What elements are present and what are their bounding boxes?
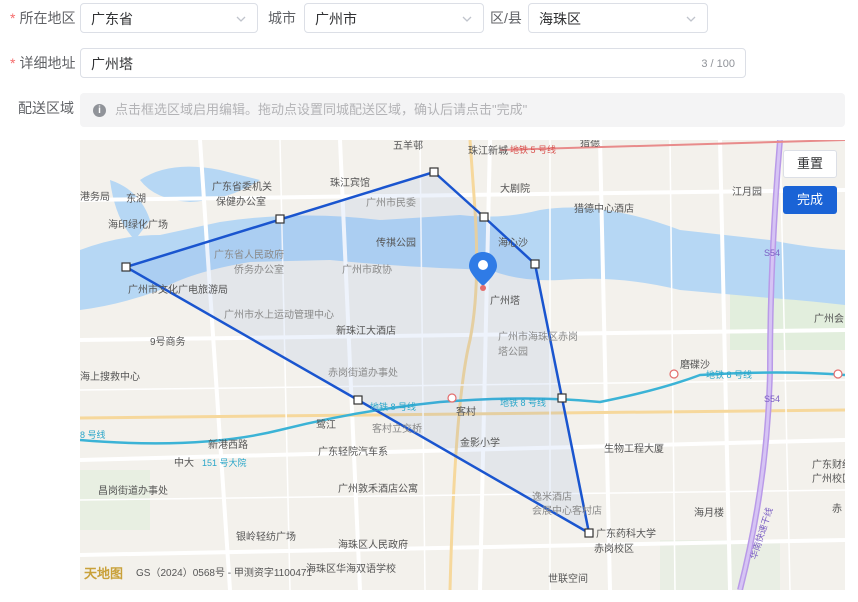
- province-select[interactable]: 广东省: [80, 3, 258, 33]
- map-label: 海印绿化广场: [108, 218, 168, 231]
- map-label: 逸米酒店: [532, 490, 572, 503]
- polygon-midpoint-handle: [353, 395, 363, 405]
- map-label: 地铁 5 号线: [510, 144, 556, 155]
- region-label: * 所在地区: [10, 10, 76, 26]
- map-label: 地铁 8 号线: [370, 401, 416, 412]
- map-label: 海心沙: [498, 236, 528, 249]
- map-label: 赤: [832, 503, 842, 515]
- map-label: 赤岗街道办事处: [328, 366, 398, 379]
- polygon-midpoint-handle: [479, 212, 489, 222]
- map-label: 会展中心客村店: [532, 504, 602, 517]
- map-label: 传祺公园: [376, 236, 416, 249]
- polygon-vertex-handle: [530, 259, 540, 269]
- map-label: 新珠江大酒店: [336, 324, 396, 337]
- map-label: 银岭轻纺广场: [236, 530, 296, 543]
- city-label: 城市: [268, 10, 296, 26]
- chevron-down-icon: [236, 16, 246, 22]
- map-label: 赤岗校区: [594, 542, 634, 555]
- polygon-midpoint-handle: [275, 214, 285, 224]
- map-label: 港务局: [80, 190, 110, 203]
- map-label: 海珠区人民政府: [338, 538, 408, 551]
- polygon-vertex-handle: [121, 262, 131, 272]
- map-label: 侨务办公室: [234, 263, 284, 276]
- polygon-midpoint-handle: [557, 393, 567, 403]
- map-label: S54: [764, 248, 780, 258]
- map-canvas[interactable]: 五羊邨 珠江新城 地铁 5 号线 猎德 广东省委机关 保健办公室 珠江宾馆 大剧…: [80, 140, 845, 590]
- reset-button[interactable]: 重置: [783, 150, 837, 178]
- map-label: 江月园: [732, 186, 762, 198]
- map-copyright: GS（2024）0568号 - 甲测资字1100471: [136, 566, 312, 579]
- info-icon: i: [93, 104, 106, 117]
- done-button[interactable]: 完成: [783, 186, 837, 214]
- map-label: 广州会: [814, 312, 844, 325]
- map-label: 广东省委机关: [212, 180, 272, 193]
- district-value: 海珠区: [539, 11, 581, 27]
- map-label: 151 号大院: [202, 457, 247, 468]
- map-label: 生物工程大厦: [604, 442, 664, 455]
- delivery-area-label: 配送区域: [18, 100, 74, 116]
- map-label: 广州塔: [490, 294, 520, 307]
- map-label: 塔公园: [498, 345, 528, 358]
- map-label: 新港西路: [208, 438, 248, 451]
- address-value: 广州塔: [91, 56, 133, 72]
- map-label: 海月楼: [694, 506, 724, 519]
- map-label: 保健办公室: [216, 195, 266, 208]
- map-label: 广州校区: [812, 472, 845, 485]
- map-label: 珠江新城: [468, 144, 508, 157]
- city-value: 广州市: [315, 11, 357, 27]
- map-label: 海珠区华海双语学校: [306, 562, 396, 575]
- map-label: 广东财经: [812, 458, 845, 471]
- map-label: 中大: [174, 456, 194, 469]
- map-label: 8 号线: [80, 429, 106, 440]
- delivery-hint: i 点击框选区域启用编辑。拖动点设置同城配送区域，确认后请点击"完成": [80, 93, 845, 127]
- map-label: 珠江宾馆: [330, 176, 370, 189]
- chevron-down-icon: [462, 16, 472, 22]
- map-label: 广东轻院汽车系: [318, 445, 388, 458]
- map-label: 9号商务: [150, 335, 186, 348]
- map-label: 猎德: [580, 140, 600, 149]
- map-label: 广东药科大学: [596, 527, 656, 540]
- map-label: 广州市民委: [366, 196, 416, 209]
- polygon-vertex-handle: [584, 528, 594, 538]
- city-select[interactable]: 广州市: [304, 3, 484, 33]
- map-label: 广州市海珠区赤岗: [498, 330, 578, 343]
- map-label: 东湖: [126, 192, 146, 205]
- map-label: 广州市文化广电旅游局: [128, 283, 228, 296]
- delivery-map[interactable]: 五羊邨 珠江新城 地铁 5 号线 猎德 广东省委机关 保健办公室 珠江宾馆 大剧…: [80, 140, 845, 590]
- address-char-counter: 3 / 100: [701, 58, 735, 70]
- map-label: 广东省人民政府: [214, 248, 284, 261]
- map-label: 大剧院: [500, 182, 530, 195]
- district-select[interactable]: 海珠区: [528, 3, 708, 33]
- map-label: 客村立交桥: [372, 422, 422, 435]
- map-label: 地铁 8 号线: [500, 397, 546, 408]
- map-label: S54: [764, 394, 780, 404]
- tianditu-logo: 天地图: [84, 566, 123, 581]
- map-label: 五羊邨: [393, 140, 423, 152]
- map-label: 昌岗街道办事处: [98, 484, 168, 497]
- district-label: 区/县: [490, 10, 522, 26]
- map-label: 客村: [456, 405, 476, 418]
- map-label: 金影小学: [460, 436, 500, 449]
- province-value: 广东省: [91, 11, 133, 27]
- map-label: 世联空间: [548, 572, 588, 585]
- chevron-down-icon: [686, 16, 696, 22]
- map-label: 海上搜救中心: [80, 370, 140, 383]
- map-label: 鹭江: [316, 419, 336, 431]
- address-input[interactable]: 广州塔 3 / 100: [80, 48, 746, 78]
- map-label: 地铁 8 号线: [706, 369, 752, 380]
- map-label: 广州市水上运动管理中心: [224, 308, 334, 321]
- map-label: 猎德中心酒店: [574, 202, 634, 215]
- map-label: 广州市政协: [342, 263, 392, 276]
- map-label: 广州敦禾酒店公寓: [338, 482, 418, 495]
- polygon-vertex-handle: [429, 167, 439, 177]
- hint-text: 点击框选区域启用编辑。拖动点设置同城配送区域，确认后请点击"完成": [115, 102, 528, 117]
- address-label: * 详细地址: [10, 55, 76, 71]
